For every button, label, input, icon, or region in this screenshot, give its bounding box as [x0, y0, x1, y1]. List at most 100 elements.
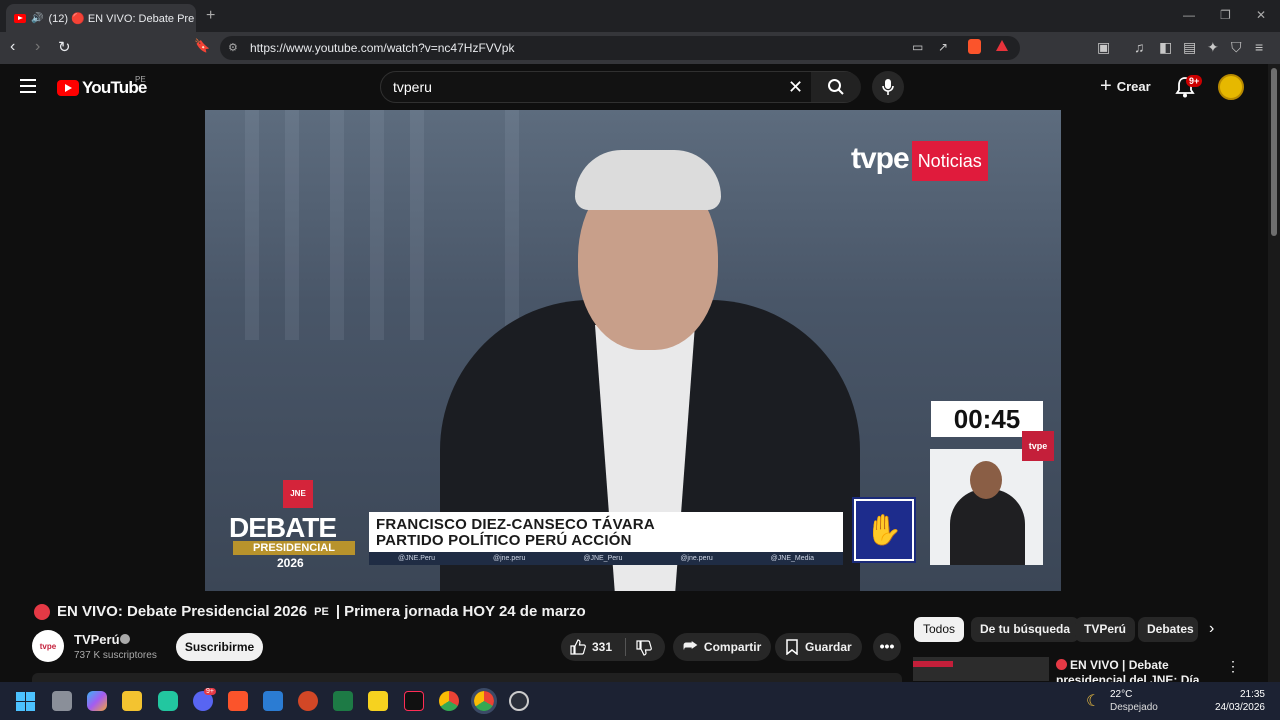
minimize-icon[interactable]: —	[1183, 8, 1195, 22]
channel-name[interactable]: TVPerú	[74, 632, 120, 647]
cast-icon[interactable]: ▭	[912, 40, 923, 54]
search-icon	[828, 79, 844, 95]
like-divider	[625, 638, 626, 656]
chip-debates[interactable]: Debates	[1138, 617, 1198, 642]
youtube-logo[interactable]: YouTube	[57, 78, 147, 98]
brave-rewards-icon[interactable]	[996, 40, 1008, 51]
video-title: EN VIVO: Debate Presidencial 2026 PE | P…	[34, 603, 586, 620]
live-indicator-icon	[34, 603, 50, 620]
save-icon	[786, 639, 798, 655]
system-clock[interactable]: 21:35 24/03/2026	[1210, 688, 1265, 714]
vpn-icon[interactable]: ⛉	[1231, 39, 1242, 56]
file-explorer-icon[interactable]	[122, 691, 142, 711]
task-view-icon[interactable]	[52, 691, 72, 711]
scrollbar-thumb[interactable]	[1271, 68, 1277, 236]
powerpoint-icon[interactable]	[298, 691, 318, 711]
guide-menu-icon[interactable]	[20, 79, 36, 93]
microphone-icon	[882, 79, 894, 95]
new-tab-icon[interactable]: +	[206, 7, 215, 25]
site-info-icon[interactable]: ⚙	[228, 41, 238, 54]
search-input[interactable]	[393, 72, 773, 102]
menu-icon[interactable]: ≡	[1255, 39, 1263, 55]
brave-shield-icon[interactable]	[968, 39, 981, 54]
reload-icon[interactable]: ↻	[58, 38, 71, 56]
background-panel	[285, 110, 299, 340]
page-scrollbar[interactable]	[1268, 64, 1280, 682]
app-clock-icon[interactable]	[509, 691, 529, 711]
media-icon[interactable]: ♫	[1134, 39, 1145, 55]
social-handles: @JNE.Peru @jne.peru @JNE_Peru @jne.peru …	[369, 552, 843, 565]
like-count[interactable]: 331	[592, 640, 612, 654]
background-panel	[410, 110, 424, 340]
share-button[interactable]: ⮫ Compartir	[673, 633, 772, 661]
live-indicator-icon	[1056, 659, 1067, 670]
tiktok-icon[interactable]	[404, 691, 424, 711]
speaker-hair	[575, 150, 721, 210]
app-icon[interactable]	[158, 691, 178, 711]
interpreter-head	[970, 461, 1002, 499]
background-panel	[245, 110, 259, 340]
sticky-notes-icon[interactable]	[368, 691, 388, 711]
subscribe-button[interactable]: Suscribirme	[176, 633, 263, 661]
verified-icon	[120, 634, 130, 644]
clear-search-icon[interactable]: ✕	[788, 77, 803, 98]
background-panel	[330, 110, 344, 340]
jne-seal: JNE	[283, 480, 313, 508]
tvpe-watermark: tvpe	[1022, 431, 1054, 461]
channel-avatar[interactable]: tvpe	[32, 630, 64, 662]
word-icon[interactable]	[263, 691, 283, 711]
maximize-icon[interactable]: ❐	[1220, 8, 1231, 22]
discord-badge: 9+	[204, 688, 216, 695]
tab-title: (12) 🔴 EN VIVO: Debate Pre	[48, 12, 195, 25]
chrome-active-icon[interactable]	[471, 688, 497, 714]
leo-ai-icon[interactable]: ✦	[1207, 39, 1219, 56]
candidate-name: FRANCISCO DIEZ-CANSECO TÁVARA	[376, 516, 655, 533]
video-player[interactable]: tvpe Noticias 00:45 ✋ JNE DEBATE PRESIDE…	[205, 110, 1061, 591]
like-icon[interactable]	[570, 639, 586, 655]
windows-start-icon[interactable]	[16, 692, 35, 711]
voice-search-button[interactable]	[872, 71, 904, 103]
debate-presidencial-logo: JNE DEBATE PRESIDENCIAL 2026	[227, 480, 357, 572]
lower-third: FRANCISCO DIEZ-CANSECO TÁVARA PARTIDO PO…	[369, 512, 843, 552]
close-window-icon[interactable]: ✕	[1256, 8, 1266, 22]
clock-date: 24/03/2026	[1214, 702, 1265, 713]
weather-condition: Despejado	[1110, 702, 1158, 713]
save-button[interactable]: Guardar	[775, 633, 862, 661]
search-button[interactable]	[811, 72, 861, 102]
notification-badge: 9+	[1186, 75, 1203, 87]
more-actions-icon[interactable]: •••	[873, 633, 901, 661]
browser-titlebar: 🔊 (12) 🔴 EN VIVO: Debate Pre ✕ + — ❐ ✕	[0, 0, 1280, 32]
sidebar-tab-icon[interactable]: ▣	[1097, 39, 1110, 56]
hand-icon: ✋	[856, 501, 912, 559]
browser-tab[interactable]: 🔊 (12) 🔴 EN VIVO: Debate Pre ✕	[6, 4, 196, 32]
recommended-menu-icon[interactable]: ⋮	[1226, 658, 1240, 675]
forward-icon[interactable]: ›	[35, 38, 40, 56]
plus-icon: +	[1100, 75, 1112, 97]
chips-next-icon[interactable]: ›	[1209, 620, 1214, 638]
back-icon[interactable]: ‹	[10, 38, 15, 56]
brave-browser-icon[interactable]	[228, 691, 248, 711]
temperature: 22°C	[1110, 689, 1133, 700]
subscriber-count: 737 K suscriptores	[74, 650, 157, 661]
chip-todos[interactable]: Todos	[914, 617, 965, 642]
chip-de-tu-busqueda[interactable]: De tu búsqueda	[971, 617, 1080, 642]
browser-toolbar: ‹ › ↻ 🔖 ⚙ https://www.youtube.com/watch?…	[0, 32, 1280, 64]
address-bar[interactable]: ⚙ https://www.youtube.com/watch?v=nc47Hz…	[220, 36, 1020, 60]
recommended-thumbnail[interactable]	[913, 657, 1049, 681]
youtube-favicon	[14, 13, 26, 23]
sidebar-icon[interactable]: ◧	[1159, 39, 1172, 56]
chip-tvperu[interactable]: TVPerú	[1075, 617, 1136, 642]
account-avatar[interactable]	[1218, 74, 1244, 100]
wallet-icon[interactable]: ▤	[1183, 39, 1196, 56]
dislike-icon[interactable]	[636, 640, 652, 656]
bookmark-icon[interactable]: 🔖	[194, 38, 210, 54]
create-button[interactable]: + Crear	[1100, 75, 1151, 98]
interpreter-body	[950, 489, 1025, 565]
like-dislike-group: 331	[561, 633, 665, 661]
background-panel	[505, 110, 519, 340]
excel-icon[interactable]	[333, 691, 353, 711]
chrome-icon[interactable]	[439, 691, 459, 711]
copilot-icon[interactable]	[87, 691, 107, 711]
share-page-icon[interactable]: ↗	[938, 40, 948, 54]
speaker-icon[interactable]: 🔊	[31, 13, 43, 24]
